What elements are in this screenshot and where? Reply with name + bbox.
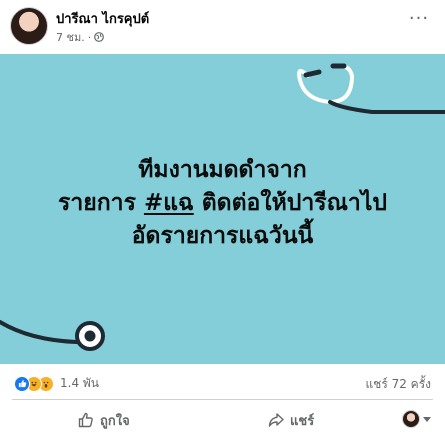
chevron-down-icon xyxy=(423,416,431,422)
post-actions: ถูกใจ แชร์ xyxy=(0,402,445,436)
reaction-as-selector[interactable] xyxy=(402,410,431,428)
share-count[interactable]: แชร์ 72 ครั้ง xyxy=(365,375,431,394)
share-button-label: แชร์ xyxy=(290,413,315,429)
globe-icon[interactable] xyxy=(94,32,105,42)
meta-separator: · xyxy=(87,30,92,44)
post-image[interactable]: ทีมงานมดดำจาก รายการ #แฉ ติดต่อให้ปารีณา… xyxy=(0,54,445,364)
like-button[interactable]: ถูกใจ xyxy=(78,406,130,434)
like-button-label: ถูกใจ xyxy=(100,413,130,429)
post-time[interactable]: 7 ชม. xyxy=(56,28,85,46)
image-headline: ทีมงานมดดำจาก รายการ #แฉ ติดต่อให้ปารีณา… xyxy=(0,154,445,253)
actions-divider xyxy=(12,399,433,400)
headline-line-2-prefix: รายการ xyxy=(57,190,144,216)
author-name[interactable]: ปารีณา ไกรคุปต์ xyxy=(56,8,149,29)
thumbs-up-icon xyxy=(78,412,93,428)
headline-line-2-suffix: ติดต่อให้ปารีณาไป xyxy=(193,190,388,216)
reaction-count: 1.4 พัน xyxy=(60,376,100,390)
headline-line-2: รายการ #แฉ ติดต่อให้ปารีณาไป xyxy=(0,187,445,220)
share-arrow-icon xyxy=(268,413,284,427)
engagement-stats: 1.4 พัน แชร์ 72 ครั้ง xyxy=(0,364,445,398)
author-avatar[interactable] xyxy=(10,7,48,45)
post-header: ปารีณา ไกรคุปต์ 7 ชม. · ··· xyxy=(0,0,445,52)
more-options-icon[interactable]: ··· xyxy=(405,10,433,36)
reactions-summary[interactable]: 1.4 พัน xyxy=(14,374,99,393)
post-meta: 7 ชม. · xyxy=(56,28,105,46)
like-icon xyxy=(14,375,30,392)
share-button[interactable]: แชร์ xyxy=(268,406,314,434)
headline-line-3: อัดรายการแฉวันนี้ xyxy=(131,223,314,249)
headline-line-1: ทีมงานมดดำจาก xyxy=(138,157,307,183)
hashtag-link: #แฉ xyxy=(143,190,194,216)
profile-avatar xyxy=(402,410,420,428)
